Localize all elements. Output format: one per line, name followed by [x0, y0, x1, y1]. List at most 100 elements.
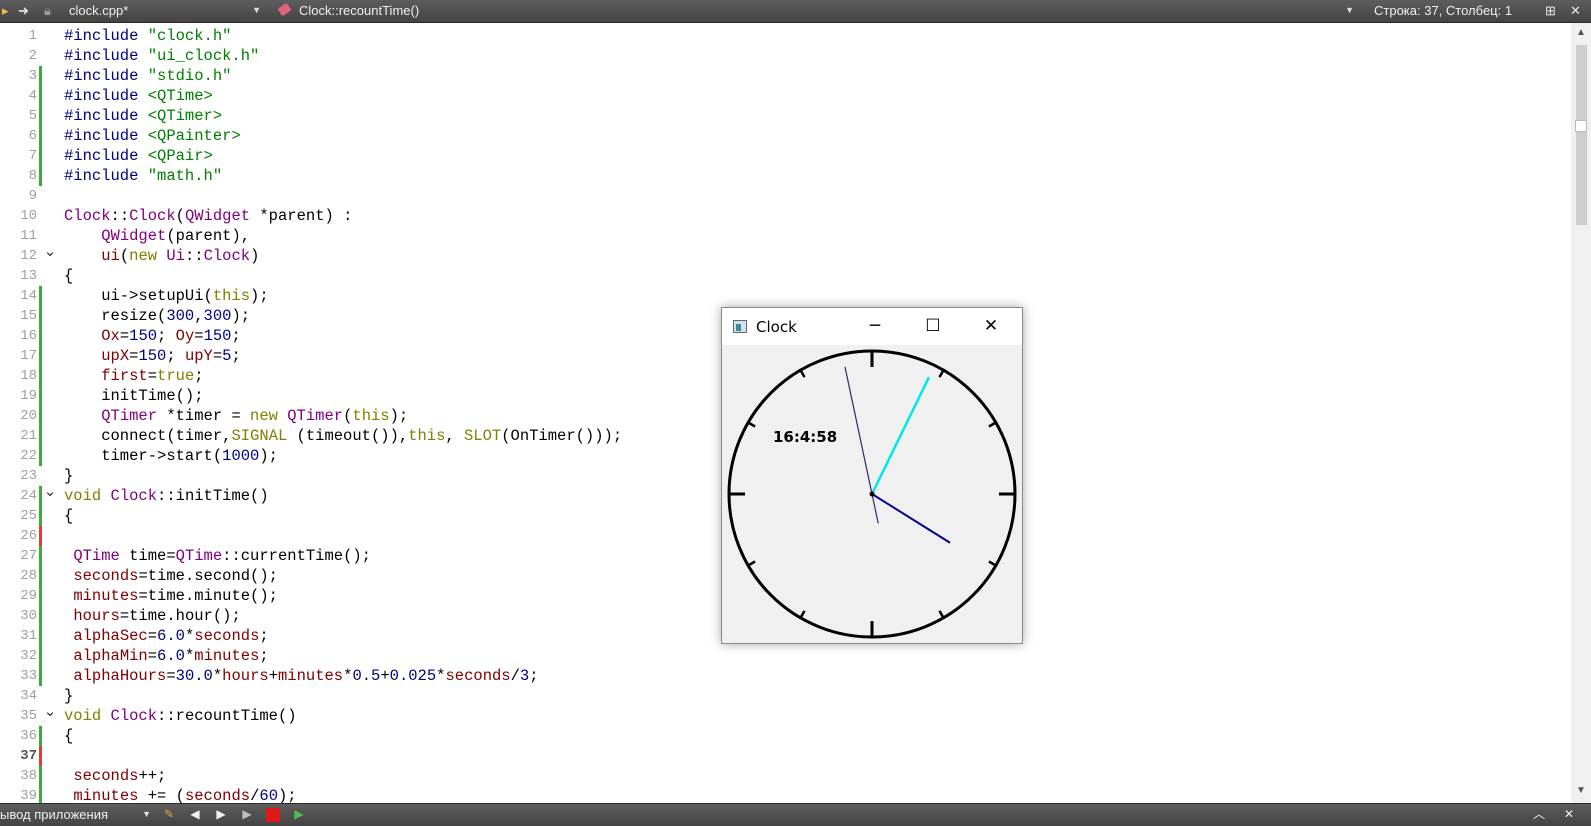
- saved-change-marker: [39, 126, 42, 146]
- saved-change-marker: [39, 306, 42, 326]
- close-pane-icon[interactable]: ✕: [1560, 806, 1578, 823]
- code-line[interactable]: seconds++;: [64, 766, 166, 786]
- code-line[interactable]: void Clock::recountTime(): [64, 706, 297, 726]
- code-token: QTimer: [287, 407, 344, 425]
- back-arrow-icon[interactable]: ◀: [186, 806, 204, 823]
- code-token: minutes: [194, 647, 260, 665]
- close-button[interactable]: ✕: [962, 308, 1020, 345]
- code-line[interactable]: Clock::Clock(QWidget *parent) :: [64, 206, 352, 226]
- line-number: 2: [28, 48, 37, 64]
- hour-hand: [871, 493, 951, 544]
- code-line[interactable]: #include <QTime>: [64, 86, 213, 106]
- code-token: ;: [157, 327, 176, 345]
- code-line[interactable]: {: [64, 266, 73, 286]
- code-token: *: [184, 627, 195, 645]
- code-token: #include: [64, 67, 148, 85]
- code-token: =: [147, 647, 158, 665]
- code-line[interactable]: ui(new Ui::Clock): [64, 246, 259, 266]
- code-line[interactable]: {: [64, 726, 73, 746]
- run-icon[interactable]: ▶: [238, 806, 256, 823]
- scrollbar-thumb[interactable]: [1576, 45, 1587, 225]
- code-line[interactable]: resize(300,300);: [64, 306, 250, 326]
- scroll-down-icon[interactable]: ▼: [1571, 783, 1591, 799]
- vertical-scrollbar[interactable]: ▲ ▼: [1571, 23, 1591, 803]
- line-number: 21: [20, 428, 37, 444]
- code-line[interactable]: QTime time=QTime::currentTime();: [64, 546, 371, 566]
- code-token: QTime: [73, 547, 120, 565]
- code-line[interactable]: first=true;: [64, 366, 203, 386]
- code-token: +: [268, 667, 278, 685]
- code-token: {: [64, 267, 74, 285]
- clock-window[interactable]: Clock ─ ☐ ✕ 16:4:58: [721, 307, 1023, 644]
- forward-arrow-icon[interactable]: ➜: [18, 3, 29, 19]
- code-line[interactable]: hours=time.hour();: [64, 606, 240, 626]
- function-name: Clock::recountTime(): [299, 3, 420, 18]
- code-token: 150: [203, 327, 232, 345]
- fold-chevron-icon[interactable]: ⌄: [43, 705, 57, 726]
- code-line[interactable]: upX=150; upY=5;: [64, 346, 241, 366]
- lock-icon[interactable]: 🔒︎: [44, 3, 51, 19]
- code-line[interactable]: seconds=time.second();: [64, 566, 278, 586]
- code-line[interactable]: #include "ui_clock.h": [64, 46, 259, 66]
- code-line[interactable]: #include "clock.h": [64, 26, 231, 46]
- line-number: 1: [28, 28, 37, 44]
- code-line[interactable]: #include <QPair>: [64, 146, 213, 166]
- fold-chevron-icon[interactable]: ⌄: [43, 245, 57, 266]
- saved-change-marker: [39, 146, 42, 166]
- scroll-up-icon[interactable]: ▲: [1571, 25, 1591, 41]
- stop-icon[interactable]: [264, 806, 282, 823]
- code-line[interactable]: #include <QPainter>: [64, 126, 241, 146]
- code-line[interactable]: {: [64, 506, 73, 526]
- code-token: 150: [138, 347, 167, 365]
- bookmark-icon[interactable]: ▸: [2, 3, 9, 19]
- close-document-icon[interactable]: ✕: [1570, 1, 1581, 20]
- cursor-position[interactable]: Строка: 37, Столбец: 1: [1374, 1, 1512, 20]
- debug-run-icon[interactable]: ▶: [290, 806, 308, 823]
- code-line[interactable]: minutes=time.minute();: [64, 586, 278, 606]
- code-line[interactable]: Ox=150; Oy=150;: [64, 326, 241, 346]
- code-token: new: [250, 407, 278, 425]
- saved-change-marker: [39, 386, 42, 406]
- code-line[interactable]: initTime();: [64, 386, 203, 406]
- split-icon[interactable]: ⊞: [1545, 1, 1556, 20]
- code-line[interactable]: alphaMin=6.0*minutes;: [64, 646, 268, 666]
- forward-arrow-icon[interactable]: ▶: [212, 806, 230, 823]
- maximize-button[interactable]: ☐: [904, 308, 962, 345]
- code-line[interactable]: timer->start(1000);: [64, 446, 278, 466]
- clean-output-icon[interactable]: ✎: [160, 806, 178, 823]
- code-token: "stdio.h": [147, 67, 232, 85]
- code-line[interactable]: minutes += (seconds/60);: [64, 786, 296, 803]
- code-token: =: [166, 667, 176, 685]
- code-line[interactable]: #include "math.h": [64, 166, 222, 186]
- code-line[interactable]: alphaHours=30.0*hours+minutes*0.5+0.025*…: [64, 666, 538, 686]
- minimize-button[interactable]: ─: [846, 308, 904, 345]
- code-line[interactable]: QWidget(parent),: [64, 226, 250, 246]
- code-token: ;: [231, 347, 241, 365]
- code-line[interactable]: connect(timer,SIGNAL (timeout()),this, S…: [64, 426, 622, 446]
- saved-change-marker: [39, 606, 42, 626]
- window-titlebar[interactable]: Clock ─ ☐ ✕: [722, 308, 1022, 345]
- code-token: Clock: [64, 207, 111, 225]
- code-line[interactable]: QTimer *timer = new QTimer(this);: [64, 406, 408, 426]
- code-line[interactable]: }: [64, 686, 73, 706]
- hour-tick: [988, 421, 997, 428]
- code-line[interactable]: }: [64, 466, 73, 486]
- output-pane-combo[interactable]: ывод приложения ▼: [0, 805, 155, 824]
- function-symbols-combo[interactable]: Clock::recountTime() ▼: [273, 1, 1358, 20]
- code-token: #include: [64, 167, 148, 185]
- fold-chevron-icon[interactable]: ⌄: [43, 485, 57, 506]
- code-token: {: [64, 727, 74, 745]
- code-line[interactable]: void Clock::initTime(): [64, 486, 269, 506]
- code-token: );: [250, 287, 269, 305]
- code-line[interactable]: #include "stdio.h": [64, 66, 231, 86]
- code-line[interactable]: ui->setupUi(this);: [64, 286, 269, 306]
- maximize-pane-icon[interactable]: ︿: [1530, 806, 1548, 823]
- code-line[interactable]: #include <QTimer>: [64, 106, 222, 126]
- code-line[interactable]: alphaSec=6.0*seconds;: [64, 626, 268, 646]
- saved-change-marker: [39, 626, 42, 646]
- open-documents-combo[interactable]: clock.cpp* ▼: [63, 1, 265, 20]
